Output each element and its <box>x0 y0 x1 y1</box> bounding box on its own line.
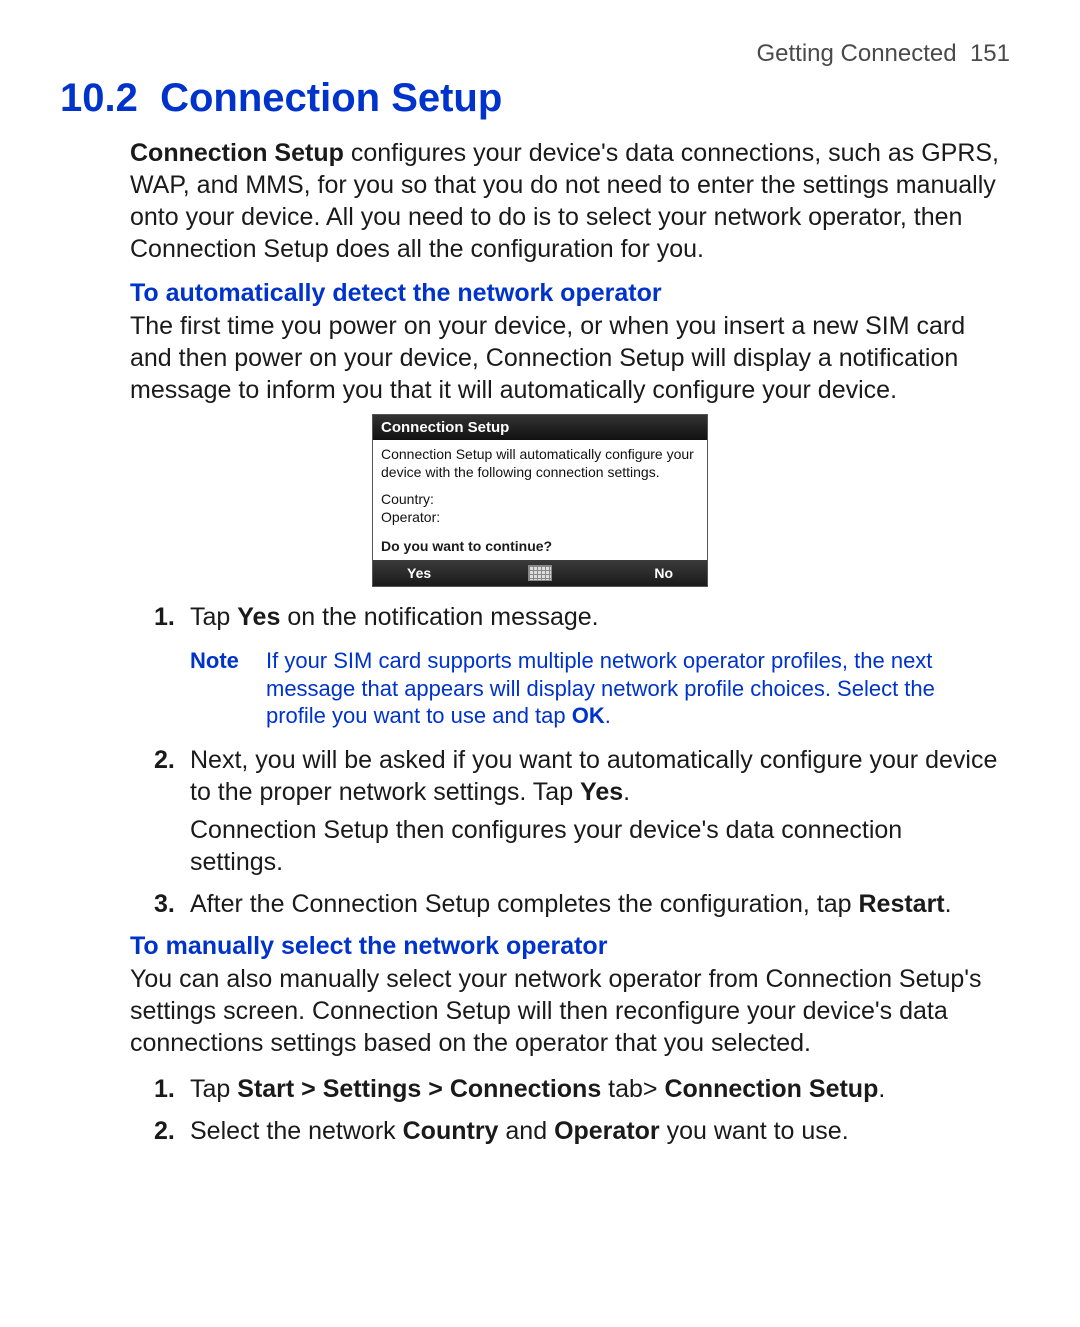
step-extra: Connection Setup then configures your de… <box>190 814 1000 878</box>
dialog-message: Connection Setup will automatically conf… <box>381 446 699 481</box>
list-item: 1. Tap Yes on the notification message. <box>190 601 1000 633</box>
chapter-name: Getting Connected <box>756 40 956 67</box>
running-header: Getting Connected 151 <box>60 40 1010 68</box>
step-bold: Start > Settings > Connections <box>237 1075 601 1103</box>
note-body: If your SIM card supports multiple netwo… <box>266 647 1000 730</box>
section-number: 10.2 <box>60 76 138 120</box>
step-bold: Operator <box>554 1117 660 1145</box>
softkey-yes[interactable]: Yes <box>407 565 431 581</box>
step-text: . <box>878 1075 885 1103</box>
keyboard-icon[interactable] <box>528 565 552 581</box>
connection-setup-dialog: Connection Setup Connection Setup will a… <box>372 414 708 587</box>
intro-lead-bold: Connection Setup <box>130 139 344 167</box>
dialog-title: Connection Setup <box>373 415 707 440</box>
step-text: . <box>623 778 630 806</box>
step-text: Tap <box>190 1075 237 1103</box>
page: Getting Connected 151 10.2 Connection Se… <box>0 0 1080 1197</box>
dialog-prompt: Do you want to continue? <box>373 530 707 560</box>
step-text: After the Connection Setup completes the… <box>190 890 858 918</box>
step-number: 1. <box>154 1073 175 1105</box>
note-text: . <box>605 703 611 728</box>
dialog-softkeys: Yes No <box>373 560 707 586</box>
step-text: tab> <box>601 1075 664 1103</box>
section-title: Connection Setup <box>160 76 502 120</box>
list-item: 2. Next, you will be asked if you want t… <box>190 744 1000 878</box>
note-label: Note <box>190 647 248 730</box>
auto-steps-cont: 2. Next, you will be asked if you want t… <box>60 744 1020 920</box>
subheading-manual-select: To manually select the network operator <box>60 932 1020 961</box>
step-bold: Yes <box>580 778 623 806</box>
manual-paragraph: You can also manually select your networ… <box>60 963 1020 1059</box>
step-text: Select the network <box>190 1117 403 1145</box>
softkey-no[interactable]: No <box>654 565 673 581</box>
list-item: 1. Tap Start > Settings > Connections ta… <box>190 1073 1000 1105</box>
step-number: 1. <box>154 601 175 633</box>
step-bold: Restart <box>858 890 944 918</box>
step-bold: Yes <box>237 603 280 631</box>
note: Note If your SIM card supports multiple … <box>60 643 1020 744</box>
step-bold: Country <box>403 1117 499 1145</box>
auto-steps: 1. Tap Yes on the notification message. <box>60 601 1020 633</box>
step-bold: Connection Setup <box>664 1075 878 1103</box>
auto-paragraph: The first time you power on your device,… <box>60 310 1020 406</box>
note-bold: OK <box>572 703 605 728</box>
list-item: 2. Select the network Country and Operat… <box>190 1115 1000 1147</box>
page-number: 151 <box>970 40 1010 67</box>
step-number: 2. <box>154 744 175 776</box>
step-text: . <box>945 890 952 918</box>
dialog-operator-label: Operator: <box>381 509 699 527</box>
step-text: you want to use. <box>660 1117 849 1145</box>
dialog-body: Connection Setup will automatically conf… <box>373 440 707 530</box>
step-number: 3. <box>154 888 175 920</box>
subheading-auto-detect: To automatically detect the network oper… <box>60 279 1020 308</box>
intro-paragraph: Connection Setup configures your device'… <box>60 137 1020 265</box>
section-heading: 10.2 Connection Setup <box>60 76 1020 121</box>
step-text: and <box>498 1117 554 1145</box>
step-number: 2. <box>154 1115 175 1147</box>
manual-steps: 1. Tap Start > Settings > Connections ta… <box>60 1073 1020 1147</box>
step-text: Tap <box>190 603 237 631</box>
step-text: on the notification message. <box>280 603 598 631</box>
dialog-country-label: Country: <box>381 491 699 509</box>
list-item: 3. After the Connection Setup completes … <box>190 888 1000 920</box>
